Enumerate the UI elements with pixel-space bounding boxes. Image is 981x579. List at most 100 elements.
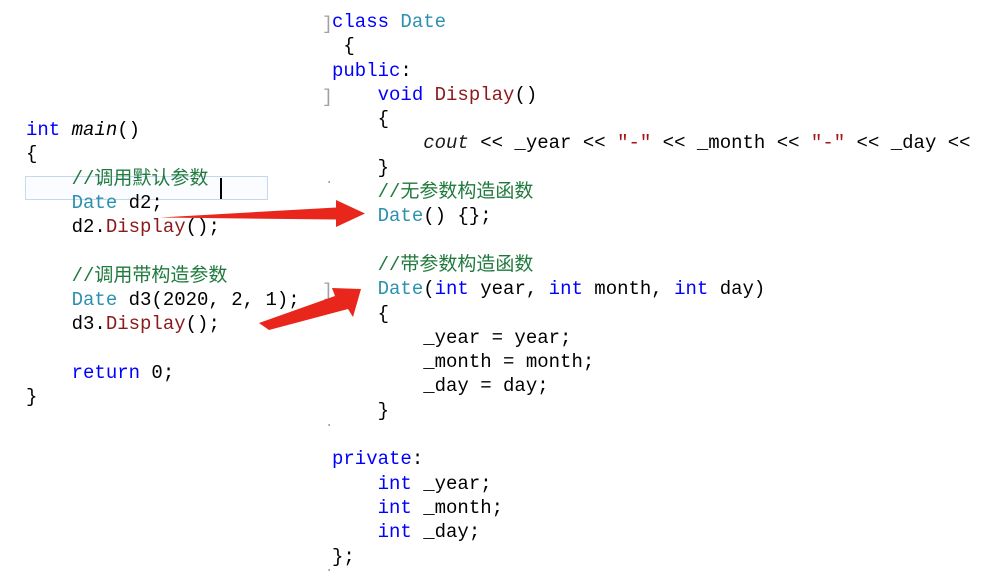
code-token: d3. (71, 313, 106, 336)
code-token: _day = day; (332, 375, 549, 398)
code-token: { (332, 302, 390, 325)
code-line[interactable]: //无参数构造函数 (332, 180, 981, 204)
fold-end-marker-icon[interactable]: ] (322, 283, 333, 301)
code-token: }; (332, 545, 355, 568)
outline-dot-marker-icon[interactable]: · (325, 564, 333, 578)
code-token: Display (105, 313, 186, 336)
code-line[interactable] (332, 229, 981, 253)
code-token: Display (434, 83, 515, 106)
code-token: { (332, 35, 355, 58)
code-line[interactable]: public: (332, 59, 981, 83)
code-token: 0; (140, 361, 175, 384)
code-token: Date (400, 11, 447, 33)
code-line[interactable] (332, 423, 981, 447)
code-token: return (71, 361, 141, 384)
code-line[interactable]: private: (332, 447, 981, 471)
code-token: int (377, 521, 412, 544)
code-token: _month; (411, 496, 504, 519)
code-line[interactable]: Date d3(2020, 2, 1); (26, 288, 300, 312)
code-token: _day; (411, 521, 481, 544)
code-line[interactable]: Date() {}; (332, 204, 981, 228)
code-line[interactable]: int _day; (332, 520, 981, 544)
code-line[interactable]: Date d2; (26, 191, 300, 215)
code-line[interactable]: cout << _year << "-" << _month << "-" <<… (332, 131, 981, 155)
code-token: : (400, 59, 412, 82)
code-token: public (332, 59, 401, 82)
code-token: Display (105, 216, 186, 239)
code-token: //带参数构造函数 (377, 253, 534, 276)
code-token: (); (185, 216, 220, 239)
code-line[interactable]: //调用默认参数 (26, 167, 300, 191)
code-line[interactable]: { (332, 107, 981, 131)
code-line[interactable] (26, 239, 300, 263)
code-token: { (26, 143, 38, 166)
code-token: Date (71, 289, 118, 312)
code-token: void (377, 83, 424, 106)
code-token: () (117, 119, 141, 141)
code-line[interactable]: int _year; (332, 472, 981, 496)
date-class-pane[interactable]: class Date {public: void Display() { cou… (332, 10, 981, 569)
code-token: int (548, 278, 583, 301)
code-line[interactable] (26, 337, 300, 361)
fold-end-marker-icon[interactable]: ] (322, 16, 333, 34)
code-token: Date (377, 205, 424, 228)
code-token: day) (708, 278, 766, 301)
code-line[interactable]: class Date (332, 10, 981, 34)
code-line[interactable]: }; (332, 545, 981, 569)
code-token: d3(2020, 2, 1); (117, 289, 300, 312)
code-line[interactable]: { (26, 142, 300, 166)
code-line[interactable]: _month = month; (332, 350, 981, 374)
code-line[interactable]: Date(int year, int month, int day) (332, 277, 981, 301)
code-line[interactable]: return 0; (26, 361, 300, 385)
fold-end-marker-icon[interactable]: ] (322, 89, 333, 107)
code-line[interactable]: { (332, 302, 981, 326)
main-function-pane[interactable]: int main(){ //调用默认参数 Date d2; d2.Display… (26, 118, 300, 410)
code-token: } (26, 386, 38, 409)
code-token: Date (71, 191, 118, 214)
code-token: d2. (71, 216, 106, 239)
code-line[interactable]: //带参数构造函数 (332, 253, 981, 277)
outline-dot-marker-icon[interactable]: · (325, 176, 333, 190)
code-token: int (434, 278, 469, 301)
outline-dot-marker-icon[interactable]: · (325, 419, 333, 433)
code-line[interactable]: _day = day; (332, 374, 981, 398)
code-token: int (26, 119, 61, 141)
code-token: : (411, 448, 424, 471)
code-line[interactable]: } (332, 156, 981, 180)
code-token: (); (185, 313, 220, 336)
code-token: //调用带构造参数 (71, 264, 228, 287)
code-line[interactable]: _year = year; (332, 326, 981, 350)
code-token: << _day << (845, 132, 981, 155)
code-line[interactable]: int _month; (332, 496, 981, 520)
code-token: () {}; (423, 205, 492, 228)
code-line[interactable]: int main() (26, 118, 300, 142)
code-line[interactable]: //调用带构造参数 (26, 264, 300, 288)
code-token: } (332, 156, 390, 179)
code-line[interactable]: d3.Display(); (26, 312, 300, 336)
code-token: private (332, 448, 412, 471)
code-line[interactable]: } (26, 385, 300, 409)
code-line[interactable]: d2.Display(); (26, 215, 300, 239)
code-line[interactable]: void Display() (332, 83, 981, 107)
code-line[interactable]: } (332, 399, 981, 423)
code-token: cout (423, 132, 469, 155)
code-token: main (71, 119, 118, 141)
code-token: { (332, 108, 390, 131)
code-line[interactable]: { (332, 34, 981, 58)
code-token: year, (468, 278, 549, 301)
